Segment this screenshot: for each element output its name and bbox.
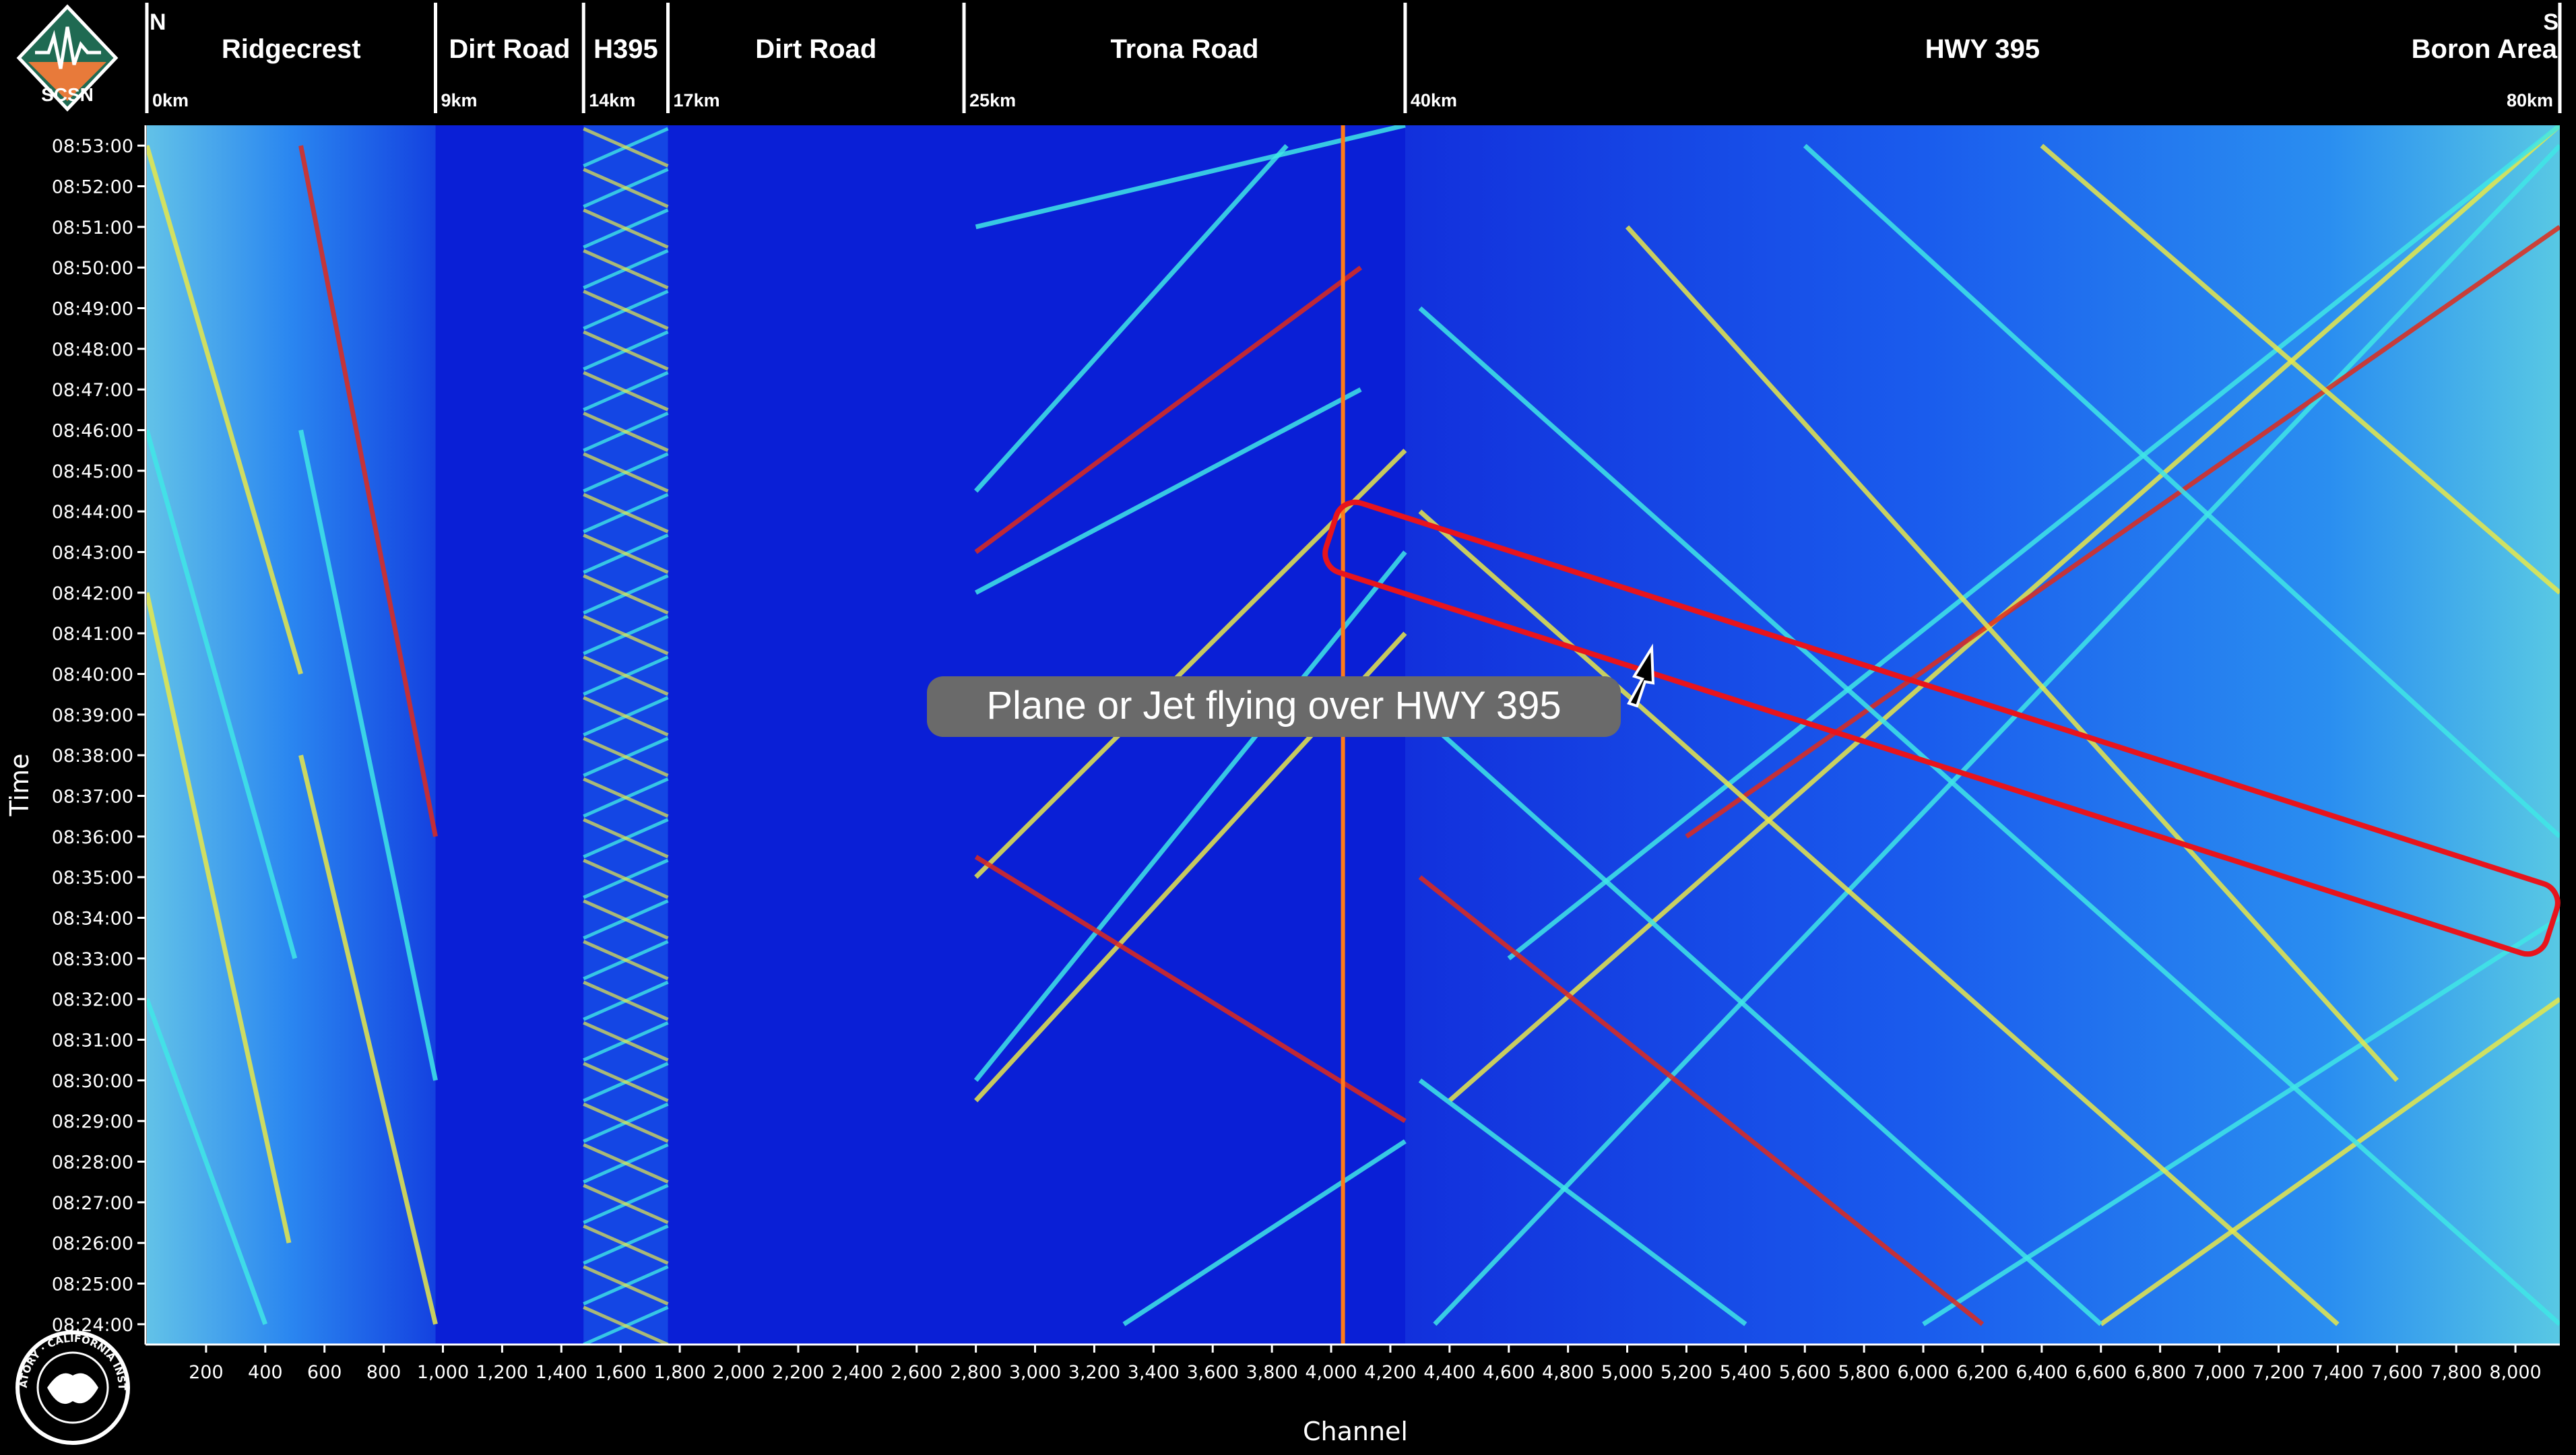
x-tick-label: 2,200 [772,1362,824,1383]
x-tick-label: 7,400 [2312,1362,2364,1383]
x-tick-label: 5,000 [1601,1362,1653,1383]
y-tick-label: 08:33:00 [52,949,133,970]
y-tick-label: 08:40:00 [52,665,133,686]
x-tick-label: 800 [366,1362,401,1383]
x-tick-label: 1,400 [536,1362,587,1383]
x-tick-label: 4,000 [1305,1362,1357,1383]
band-ridgecrest [147,125,436,1345]
route-header: SCSN N S Ridgecrest 0km Dirt Road 9km H395 14… [16,3,2562,113]
x-tick-label: 3,400 [1128,1362,1180,1383]
y-tick-label: 08:39:00 [52,705,133,726]
segment-km-label: 25km [969,90,1016,110]
x-tick-label: 4,800 [1542,1362,1594,1383]
y-tick-label: 08:43:00 [52,543,133,564]
y-tick-label: 08:50:00 [52,258,133,279]
x-tick-label: 7,200 [2253,1362,2305,1383]
segment-km-label: 17km [674,90,720,110]
x-tick-label: 7,000 [2193,1362,2245,1383]
segment-label: H395 [593,34,658,64]
segment-label: HWY 395 [1925,34,2040,64]
end-km-label: 80km [2507,90,2553,110]
callout-text: Plane or Jet flying over HWY 395 [986,684,1561,728]
north-label: N [150,9,166,35]
y-tick-label: 08:46:00 [52,421,133,442]
x-tick-label: 7,600 [2371,1362,2423,1383]
x-tick-label: 6,000 [1897,1362,1949,1383]
logo-text: SCSN [41,84,94,105]
y-tick-label: 08:32:00 [52,990,133,1010]
segment-label: Dirt Road [755,34,876,64]
y-tick-label: 08:51:00 [52,218,133,238]
x-tick-label: 1,600 [595,1362,647,1383]
end-segment-label: Boron Area [2412,34,2558,64]
das-waterfall-chart: SCSN N S Ridgecrest 0km Dirt Road 9km H395 14… [0,0,2562,1446]
x-tick-label: 6,200 [1956,1362,2008,1383]
y-tick-label: 08:36:00 [52,827,133,848]
segment-label: Dirt Road [449,34,570,64]
x-tick-label: 400 [248,1362,283,1383]
x-tick-label: 5,800 [1838,1362,1890,1383]
x-tick-label: 6,800 [2134,1362,2186,1383]
y-tick-label: 08:34:00 [52,909,133,930]
y-tick-label: 08:53:00 [52,136,133,157]
x-tick-label: 5,200 [1661,1362,1712,1383]
x-tick-label: 3,200 [1068,1362,1120,1383]
x-tick-label: 1,200 [476,1362,528,1383]
x-tick-label: 4,400 [1423,1362,1475,1383]
y-axis-title: Time [5,754,34,817]
x-tick-label: 2,800 [950,1362,1002,1383]
segment-km-label: 0km [152,90,189,110]
x-tick-label: 600 [307,1362,342,1383]
x-tick-label: 5,600 [1779,1362,1831,1383]
y-tick-label: 08:25:00 [52,1274,133,1295]
segment-km-label: 40km [1411,90,1457,110]
y-tick-label: 08:44:00 [52,502,133,523]
y-tick-label: 08:41:00 [52,624,133,645]
y-tick-label: 08:37:00 [52,787,133,808]
x-tick-label: 3,000 [1009,1362,1061,1383]
y-tick-label: 08:27:00 [52,1193,133,1214]
y-tick-label: 08:49:00 [52,299,133,320]
x-tick-label: 200 [189,1362,224,1383]
segment-km-label: 14km [589,90,635,110]
x-tick-label: 6,400 [2016,1362,2067,1383]
x-tick-label: 2,600 [891,1362,942,1383]
x-tick-label: 7,800 [2430,1362,2482,1383]
x-tick-label: 1,000 [417,1362,469,1383]
seal-text: SEISMOLOGICAL LABORATORY · CALIFORNIA IN… [0,0,128,1391]
y-tick-label: 08:48:00 [52,340,133,360]
y-tick-label: 08:28:00 [52,1153,133,1173]
y-tick-label: 08:42:00 [52,583,133,604]
x-tick-label: 3,800 [1246,1362,1297,1383]
x-tick-label: 2,000 [713,1362,765,1383]
x-tick-label: 6,600 [2075,1362,2127,1383]
x-tick-label: 5,400 [1720,1362,1772,1383]
segment-label: Ridgecrest [222,34,361,64]
y-tick-label: 08:26:00 [52,1233,133,1254]
y-tick-label: 08:47:00 [52,380,133,401]
svg-text:SEISMOLOGICAL LABORATORY · CAL: SEISMOLOGICAL LABORATORY · CALIFORNIA IN… [0,0,128,1391]
y-tick-label: 08:29:00 [52,1111,133,1132]
x-tick-label: 1,800 [653,1362,705,1383]
x-tick-label: 4,200 [1364,1362,1416,1383]
x-tick-label: 4,600 [1483,1362,1535,1383]
segment-label: Trona Road [1110,34,1258,64]
scsn-logo: SCSN [16,4,119,112]
y-tick-label: 08:30:00 [52,1071,133,1092]
y-tick-label: 08:45:00 [52,461,133,482]
x-tick-label: 2,400 [831,1362,883,1383]
y-tick-label: 08:35:00 [52,868,133,888]
south-label: S [2543,9,2558,35]
y-tick-label: 08:52:00 [52,177,133,198]
y-tick-label: 08:31:00 [52,1031,133,1052]
y-tick-label: 08:38:00 [52,746,133,767]
x-tick-label: 8,000 [2489,1362,2541,1383]
x-tick-label: 3,600 [1187,1362,1239,1383]
x-axis-title: Channel [1303,1417,1408,1446]
segment-km-label: 9km [441,90,478,110]
